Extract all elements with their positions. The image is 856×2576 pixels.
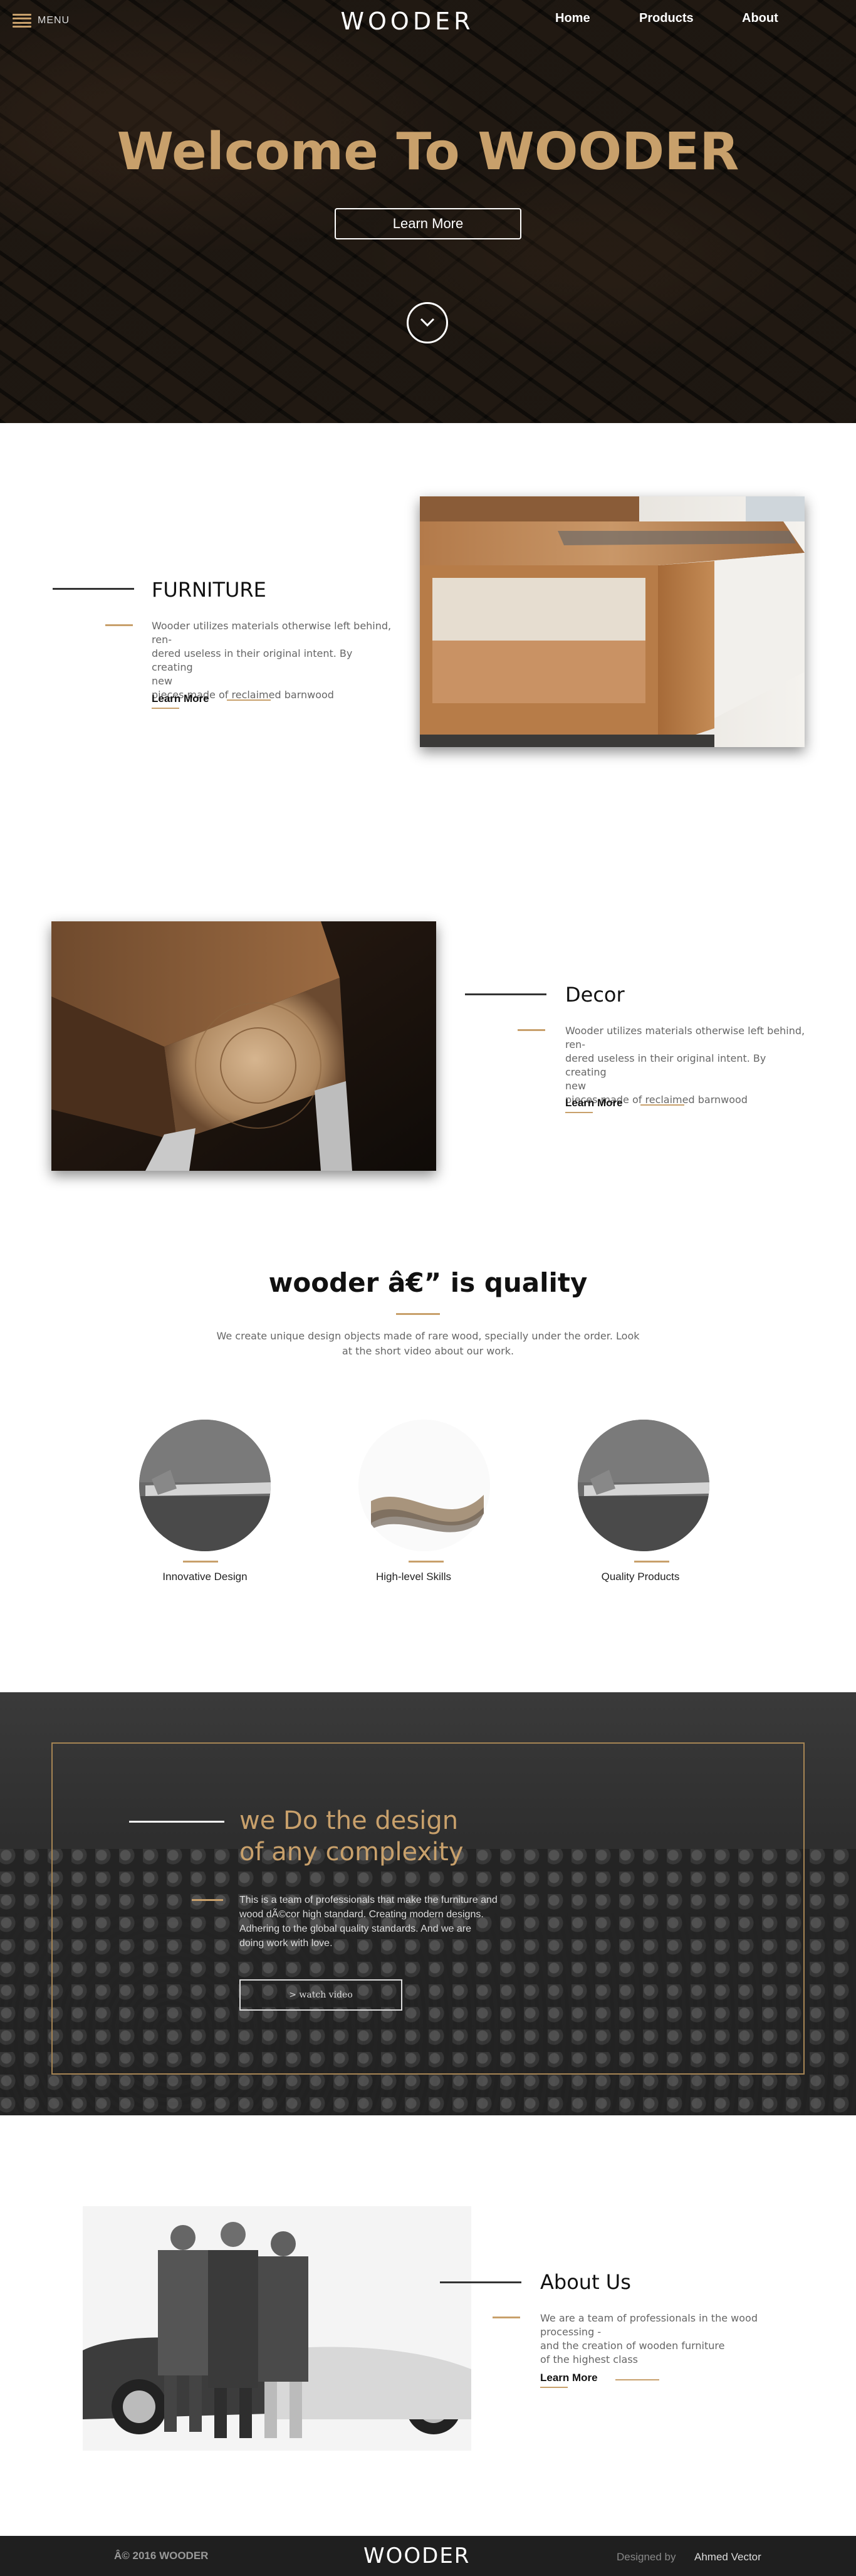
divider-line <box>465 993 546 995</box>
nav-home[interactable]: Home <box>555 11 590 26</box>
high-level-skills-label: High-level Skills <box>376 1571 451 1583</box>
footer: Â© 2016 WOODER WOODER Designed by Ahmed … <box>0 2536 856 2576</box>
menu-label: MENU <box>38 15 70 26</box>
about-text: We are a team of professionals in the wo… <box>540 2312 758 2365</box>
menu-button[interactable]: MENU <box>13 14 70 28</box>
accent-line <box>409 1561 444 1563</box>
quality-text: We create unique design objects made of … <box>216 1330 640 1357</box>
furniture-learn-more-link[interactable]: Learn More <box>152 693 209 709</box>
decor-title: Decor <box>565 983 625 1007</box>
accent-line <box>634 1561 669 1563</box>
design-text: This is a team of professionals that mak… <box>239 1895 498 1949</box>
about-learn-more-link[interactable]: Learn More <box>540 2372 598 2388</box>
accent-line <box>396 1313 440 1315</box>
divider-line <box>129 1821 224 1823</box>
quality-title: wooder â€” is quality <box>268 1267 588 1298</box>
accent-line <box>183 1561 218 1563</box>
decor-learn-more-link[interactable]: Learn More <box>565 1097 623 1113</box>
innovative-design-image <box>139 1420 271 1551</box>
about-team-image <box>83 2206 471 2451</box>
hero-learn-more-button[interactable]: Learn More <box>335 208 521 239</box>
accent-line <box>105 624 133 626</box>
footer-logo[interactable]: WOODER <box>363 2543 469 2568</box>
chevron-down-icon <box>420 318 435 327</box>
footer-copyright: Â© 2016 WOODER <box>114 2550 209 2562</box>
accent-line <box>640 1104 684 1106</box>
design-section: we Do the design of any complexity This … <box>0 1692 856 2115</box>
footer-designed-by: Designed by <box>617 2551 676 2563</box>
decor-text: Wooder utilizes materials otherwise left… <box>565 1025 805 1106</box>
innovative-design-label: Innovative Design <box>162 1571 248 1583</box>
divider-line <box>53 588 134 590</box>
accent-line <box>493 2317 520 2318</box>
quality-products-image <box>578 1420 709 1551</box>
accent-line <box>615 2379 659 2380</box>
accent-line <box>192 1899 223 1901</box>
accent-line <box>518 1029 545 1031</box>
divider-line <box>440 2281 521 2283</box>
high-level-skills-image <box>358 1420 490 1551</box>
furniture-text: Wooder utilizes materials otherwise left… <box>152 620 392 701</box>
about-title: About Us <box>540 2270 631 2294</box>
furniture-title: FURNITURE <box>152 578 266 602</box>
hamburger-icon <box>13 14 31 28</box>
accent-line <box>227 699 271 701</box>
quality-products-label: Quality Products <box>601 1571 680 1583</box>
watch-video-button[interactable]: > watch video <box>239 1979 402 2011</box>
scroll-down-button[interactable] <box>407 302 448 343</box>
furniture-image <box>420 496 805 747</box>
footer-author-link[interactable]: Ahmed Vector <box>694 2551 761 2563</box>
hero-title: Welcome To WOODER <box>117 122 739 182</box>
design-title: we Do the design of any complexity <box>239 1806 464 1867</box>
nav-about[interactable]: About <box>742 11 778 26</box>
site-logo[interactable]: WOODER <box>338 8 476 35</box>
nav-products[interactable]: Products <box>639 11 694 26</box>
hero-section: MENU WOODER Home Products About Welcome … <box>0 0 856 423</box>
decor-image <box>51 921 436 1171</box>
